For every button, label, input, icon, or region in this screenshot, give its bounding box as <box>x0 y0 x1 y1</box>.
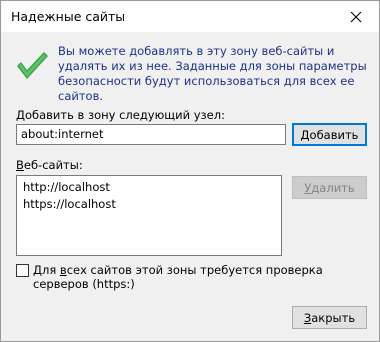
site-url-input[interactable] <box>16 124 286 145</box>
add-site-label: Добавить в зону следующий узел: <box>16 108 225 122</box>
remove-button[interactable]: Удалить <box>292 176 367 199</box>
add-site-label-mnemonic: Д <box>16 108 25 122</box>
remove-button-label: далить <box>311 180 355 195</box>
add-site-label-text: обавить в зону следующий узел: <box>24 108 225 122</box>
title-close-button[interactable] <box>333 1 379 32</box>
websites-label-mnemonic: В <box>16 158 24 172</box>
trusted-sites-dialog: Надежные сайты Вы можете добавлять в эту… <box>0 0 380 342</box>
intro-text: Вы можете добавлять в эту зону веб-сайты… <box>58 44 367 103</box>
websites-label-text: еб-сайты: <box>23 158 83 172</box>
remove-button-mnemonic: У <box>304 180 312 195</box>
add-button-mnemonic: Д <box>300 127 310 142</box>
websites-list[interactable]: http://localhost https://localhost <box>16 175 282 256</box>
title-bar: Надежные сайты <box>1 1 379 32</box>
add-button[interactable]: Добавить <box>292 123 367 146</box>
require-https-label-text: сех сайтов этой зоны требуется проверка … <box>33 263 323 291</box>
require-https-label[interactable]: Для всех сайтов этой зоны требуется пров… <box>33 263 379 291</box>
close-button-label: акрыть <box>311 310 356 325</box>
window-title: Надежные сайты <box>11 9 126 24</box>
list-item[interactable]: https://localhost <box>23 197 116 212</box>
close-icon <box>350 11 362 22</box>
close-button-mnemonic: З <box>303 310 312 325</box>
require-https-checkbox[interactable] <box>16 264 29 277</box>
require-https-label-prefix: Для <box>33 263 60 277</box>
checkmark-icon <box>17 52 48 79</box>
websites-label: Веб-сайты: <box>16 158 83 172</box>
require-https-label-mnemonic: в <box>59 263 67 277</box>
add-button-label: обавить <box>309 127 359 142</box>
close-button[interactable]: Закрыть <box>292 306 367 329</box>
list-item[interactable]: http://localhost <box>23 180 110 195</box>
